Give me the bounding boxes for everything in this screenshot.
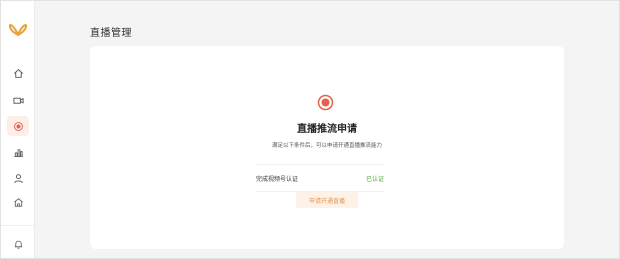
card-description: 满足以下条件后，可以申请开通直播推流能力	[271, 143, 382, 149]
home-icon	[13, 68, 23, 78]
sidebar-item-data[interactable]	[7, 142, 29, 162]
sidebar-item-live[interactable]	[7, 116, 29, 136]
requirement-row: 完成视频号认证 已认证	[256, 164, 384, 192]
sidebar-item-shop[interactable]	[7, 192, 29, 212]
sidebar-item-notifications[interactable]	[7, 234, 29, 254]
sidebar-item-home[interactable]	[7, 63, 29, 83]
page-title: 直播管理	[90, 28, 132, 39]
apply-live-button[interactable]: 申请开通直播	[296, 192, 358, 208]
chart-icon	[13, 148, 23, 157]
card-heading: 直播推流申请	[297, 124, 357, 135]
sidebar	[1, 1, 35, 258]
shop-icon	[13, 197, 23, 207]
bell-icon	[14, 240, 22, 249]
requirement-status-badge: 已认证	[365, 177, 384, 183]
live-record-icon	[13, 121, 23, 131]
record-circle-icon	[317, 94, 334, 111]
sidebar-divider	[1, 225, 34, 226]
user-icon	[13, 173, 23, 183]
sidebar-item-user[interactable]	[7, 168, 29, 188]
butterfly-logo-icon[interactable]	[8, 21, 28, 37]
video-camera-icon	[12, 97, 24, 104]
requirement-label: 完成视频号认证	[256, 177, 299, 183]
sidebar-item-video[interactable]	[7, 90, 29, 110]
